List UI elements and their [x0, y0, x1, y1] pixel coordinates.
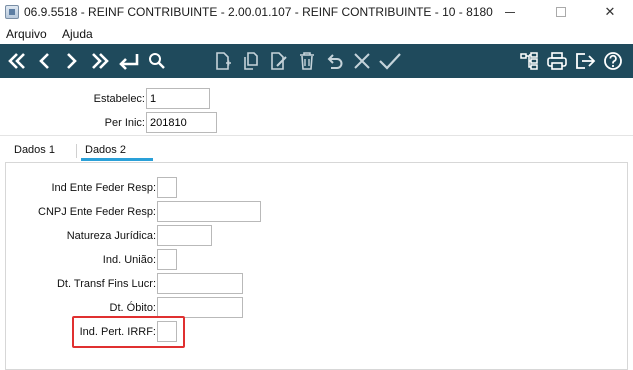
dt-obito-field[interactable] [157, 297, 243, 318]
help-button[interactable] [601, 44, 625, 78]
estabelec-field[interactable] [146, 88, 210, 109]
last-record-button[interactable] [88, 44, 112, 78]
highlight-box [72, 316, 185, 348]
tree-structure-icon [520, 52, 538, 70]
maximize-icon [556, 7, 566, 17]
previous-record-icon [39, 53, 49, 69]
cancel-button[interactable] [351, 44, 373, 78]
undo-button[interactable] [324, 44, 346, 78]
return-icon [119, 54, 139, 70]
tab-dados-2[interactable]: Dados 2 [85, 144, 126, 156]
first-record-icon [8, 53, 25, 69]
first-record-button[interactable] [6, 44, 28, 78]
menu-ajuda[interactable]: Ajuda [62, 27, 93, 41]
maximize-button[interactable] [541, 0, 581, 24]
header-panel: Estabelec: Per Inic: [0, 78, 633, 136]
delete-button[interactable] [296, 44, 318, 78]
help-icon [604, 52, 622, 70]
tree-button[interactable] [518, 44, 540, 78]
exit-button[interactable] [573, 44, 597, 78]
delete-icon [300, 52, 314, 70]
menu-arquivo[interactable]: Arquivo [6, 27, 47, 41]
window-title: 06.9.5518 - REINF CONTRIBUINTE - 2.00.01… [24, 5, 493, 19]
exit-icon [576, 53, 596, 69]
copy-button[interactable] [240, 44, 262, 78]
minimize-icon [505, 11, 515, 13]
return-button[interactable] [116, 44, 142, 78]
undo-icon [327, 54, 343, 69]
minimize-button[interactable] [490, 0, 530, 24]
close-button[interactable]: ✕ [590, 0, 630, 24]
new-button[interactable] [212, 44, 234, 78]
per-inic-label: Per Inic: [104, 117, 145, 129]
app-icon [5, 5, 19, 19]
cnpj-ente-feder-resp-field[interactable] [157, 201, 261, 222]
per-inic-field[interactable] [146, 112, 217, 133]
previous-record-button[interactable] [35, 44, 53, 78]
copy-document-icon [244, 52, 258, 70]
natureza-juridica-field[interactable] [157, 225, 212, 246]
close-icon: ✕ [604, 4, 616, 19]
tab-dados-1[interactable]: Dados 1 [14, 144, 55, 156]
tab-separator [76, 144, 77, 158]
search-icon [149, 53, 165, 69]
ind-ente-feder-resp-label: Ind Ente Feder Resp: [51, 182, 156, 194]
estabelec-label: Estabelec: [93, 93, 145, 105]
confirm-button[interactable] [377, 44, 403, 78]
search-button[interactable] [146, 44, 168, 78]
print-button[interactable] [545, 44, 569, 78]
ind-ente-feder-resp-field[interactable] [157, 177, 177, 198]
ind-uniao-label: Ind. União: [102, 254, 156, 266]
tab-bar: Dados 1 Dados 2 [0, 140, 633, 162]
dt-transf-fins-lucr-field[interactable] [157, 273, 243, 294]
dt-transf-fins-lucr-label: Dt. Transf Fins Lucr: [56, 278, 156, 290]
natureza-juridica-label: Natureza Jurídica: [66, 230, 156, 242]
next-record-button[interactable] [63, 44, 81, 78]
dt-obito-label: Dt. Óbito: [109, 302, 156, 314]
next-record-icon [67, 53, 77, 69]
ind-uniao-field[interactable] [157, 249, 177, 270]
toolbar [0, 44, 633, 78]
menu-bar: Arquivo Ajuda [0, 24, 633, 44]
active-tab-indicator [81, 158, 153, 161]
title-bar: 06.9.5518 - REINF CONTRIBUINTE - 2.00.01… [0, 0, 633, 24]
edit-document-icon [271, 52, 287, 70]
last-record-icon [92, 53, 109, 69]
cnpj-ente-feder-resp-label: CNPJ Ente Feder Resp: [38, 206, 156, 218]
print-icon [547, 52, 567, 70]
edit-button[interactable] [268, 44, 290, 78]
new-document-icon [216, 52, 231, 70]
cancel-icon [354, 53, 370, 69]
confirm-icon [379, 53, 401, 70]
